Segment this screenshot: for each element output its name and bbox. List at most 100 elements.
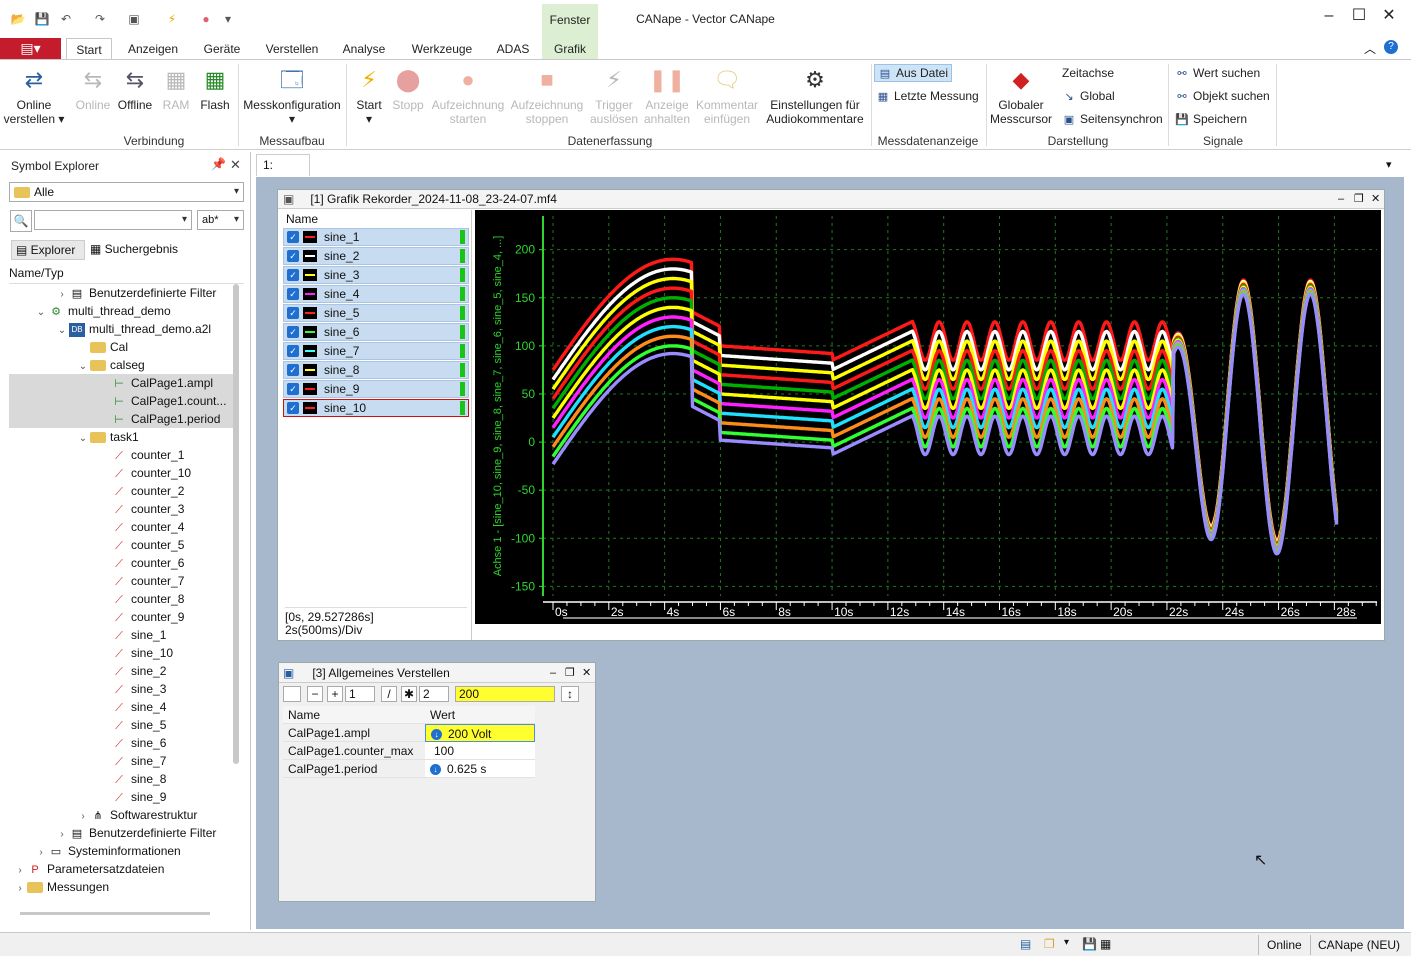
- close-button[interactable]: ✕: [1374, 6, 1404, 26]
- signal-row[interactable]: ✓ sine_2: [283, 247, 469, 265]
- calibration-row-value[interactable]: ↓ 0.625 s: [425, 760, 535, 778]
- tree-item[interactable]: Cal: [9, 338, 235, 356]
- spin-updown-icon[interactable]: ↕: [561, 686, 579, 702]
- checkbox-icon[interactable]: ✓: [287, 307, 299, 319]
- tree-item[interactable]: ⌄ DB multi_thread_demo.a2l: [9, 320, 235, 338]
- window-list-icon[interactable]: ▤: [1020, 937, 1031, 951]
- tree-item[interactable]: › Messungen: [9, 878, 235, 896]
- speichern-button[interactable]: 💾 Speichern: [1175, 110, 1247, 128]
- tab-start[interactable]: Start: [66, 38, 112, 60]
- collapse-ribbon-icon[interactable]: ︿: [1364, 40, 1376, 57]
- calibration-row-name[interactable]: CalPage1.period: [283, 760, 425, 778]
- tree-scrollbar[interactable]: [233, 284, 239, 764]
- toolbar-blank-button[interactable]: [283, 686, 301, 702]
- tree-item[interactable]: ⟋ counter_7: [9, 572, 235, 590]
- multiply-button[interactable]: ✱: [401, 686, 417, 702]
- tree-item[interactable]: ⟋ counter_3: [9, 500, 235, 518]
- tab-werkzeuge[interactable]: Werkzeuge: [404, 38, 480, 60]
- search-input[interactable]: ▾: [34, 210, 192, 230]
- checkbox-icon[interactable]: ✓: [287, 231, 299, 243]
- signal-row[interactable]: ✓ sine_9: [283, 380, 469, 398]
- divide-button[interactable]: /: [381, 686, 397, 702]
- window-minimize-icon[interactable]: –: [1338, 190, 1344, 209]
- plot-area[interactable]: -150 -100 -50 0 50 100 150 200 Achse 1 - [sine_1…: [475, 210, 1381, 624]
- decrement-button[interactable]: −: [307, 686, 323, 702]
- tree-item[interactable]: › P Parametersatzdateien: [9, 860, 235, 878]
- step-add-input[interactable]: 1: [345, 686, 375, 702]
- tree-item[interactable]: ⟋ counter_8: [9, 590, 235, 608]
- tree-item[interactable]: ⟋ counter_6: [9, 554, 235, 572]
- aus-datei-button[interactable]: ▤ Aus Datei: [874, 64, 953, 82]
- signal-row[interactable]: ✓ sine_5: [283, 304, 469, 322]
- checkbox-icon[interactable]: ✓: [287, 326, 299, 338]
- online-button[interactable]: ⇆ Online: [74, 66, 112, 113]
- online-verstellen-button[interactable]: ⇄ Online verstellen ▾: [2, 66, 66, 127]
- window-restore-icon[interactable]: ❐: [1354, 190, 1364, 209]
- tab-grafik[interactable]: Grafik: [542, 38, 598, 60]
- tree-item[interactable]: › ▤ Benutzerdefinierte Filter: [9, 824, 235, 842]
- checkbox-icon[interactable]: ✓: [287, 402, 299, 414]
- calibration-row-value[interactable]: 100: [425, 742, 535, 760]
- tree-item[interactable]: ⟋ counter_4: [9, 518, 235, 536]
- checkbox-icon[interactable]: ✓: [287, 383, 299, 395]
- tree-hscrollbar[interactable]: [20, 912, 210, 915]
- tree-item[interactable]: ⟋ sine_4: [9, 698, 235, 716]
- messkonfiguration-button[interactable]: 🗔 Messkonfiguration ▾: [242, 66, 342, 127]
- checkbox-icon[interactable]: ✓: [287, 288, 299, 300]
- calibration-row-value[interactable]: ↓ 200 Volt: [425, 724, 535, 742]
- calibration-row-name[interactable]: CalPage1.counter_max: [283, 742, 425, 760]
- maximize-button[interactable]: ☐: [1344, 6, 1374, 26]
- chevron-down-icon[interactable]: ▾: [1386, 158, 1392, 171]
- tab-analyse[interactable]: Analyse: [336, 38, 392, 60]
- signal-row[interactable]: ✓ sine_10: [283, 399, 469, 417]
- checkbox-icon[interactable]: ✓: [287, 250, 299, 262]
- tree-item[interactable]: ⊢ CalPage1.count...: [9, 392, 235, 410]
- window-close-icon[interactable]: ✕: [1371, 190, 1380, 209]
- seitensynchron-button[interactable]: ▣ Seitensynchron: [1062, 110, 1163, 128]
- letzte-messung-button[interactable]: ▦ Letzte Messung: [876, 87, 979, 105]
- trigger-ausloesen-button[interactable]: ⚡ Trigger auslösen: [588, 66, 640, 127]
- tree-item[interactable]: › ▤ Benutzerdefinierte Filter: [9, 284, 235, 302]
- audio-settings-button[interactable]: ⚙ Einstellungen für Audiokommentare: [762, 66, 868, 127]
- search-mode-dropdown[interactable]: ab* ▾: [197, 210, 244, 230]
- document-tab[interactable]: 1: (NEU): [256, 154, 310, 192]
- window-restore-icon[interactable]: ❐: [565, 663, 575, 683]
- tree-item[interactable]: ⟋ sine_5: [9, 716, 235, 734]
- tree-item[interactable]: › ▭ Systeminformationen: [9, 842, 235, 860]
- tree-item[interactable]: ⌄ ⚙ multi_thread_demo: [9, 302, 235, 320]
- tree-item[interactable]: ⊢ CalPage1.period: [9, 410, 235, 428]
- tree-item[interactable]: ⟋ sine_9: [9, 788, 235, 806]
- help-icon[interactable]: ?: [1384, 40, 1398, 54]
- increment-button[interactable]: +: [327, 686, 343, 702]
- checkbox-icon[interactable]: ✓: [287, 269, 299, 281]
- tree-item[interactable]: ⌄ calseg: [9, 356, 235, 374]
- filter-dropdown[interactable]: Alle ▾: [9, 182, 244, 202]
- tree-item[interactable]: › ⋔ Softwarestruktur: [9, 806, 235, 824]
- col-value-header[interactable]: Wert: [425, 706, 535, 724]
- col-name-header[interactable]: Name: [283, 706, 425, 724]
- tab-anzeigen[interactable]: Anzeigen: [120, 38, 186, 60]
- search-icon[interactable]: 🔍: [10, 210, 32, 232]
- objekt-suchen-button[interactable]: ⚯ Objekt suchen: [1175, 87, 1269, 105]
- signal-row[interactable]: ✓ sine_3: [283, 266, 469, 284]
- value-edit-input[interactable]: 200: [455, 686, 555, 702]
- stopp-button[interactable]: ⬤ Stopp: [390, 66, 426, 113]
- signal-row[interactable]: ✓ sine_7: [283, 342, 469, 360]
- wert-suchen-button[interactable]: ⚯ Wert suchen: [1175, 64, 1260, 82]
- start-button[interactable]: ⚡ Start ▾: [350, 66, 388, 127]
- tab-geraete[interactable]: Geräte: [194, 38, 250, 60]
- signal-row[interactable]: ✓ sine_6: [283, 323, 469, 341]
- window-minimize-icon[interactable]: –: [550, 663, 556, 683]
- kommentar-einfuegen-button[interactable]: 🗨 Kommentar einfügen: [694, 66, 760, 127]
- chevron-right-icon[interactable]: ›: [13, 880, 27, 898]
- tree-item[interactable]: ⟋ counter_1: [9, 446, 235, 464]
- calibration-row-name[interactable]: CalPage1.ampl: [283, 724, 425, 742]
- tab-explorer[interactable]: ▤ Explorer: [11, 240, 85, 260]
- tree-item[interactable]: ⟋ sine_7: [9, 752, 235, 770]
- window-close-icon[interactable]: ✕: [582, 663, 591, 683]
- layout-icon[interactable]: ❐: [1044, 937, 1055, 951]
- minimize-button[interactable]: –: [1314, 6, 1344, 26]
- tab-adas[interactable]: ADAS: [490, 38, 536, 60]
- tree-item[interactable]: ⌄ task1: [9, 428, 235, 446]
- tree-item[interactable]: ⟋ counter_10: [9, 464, 235, 482]
